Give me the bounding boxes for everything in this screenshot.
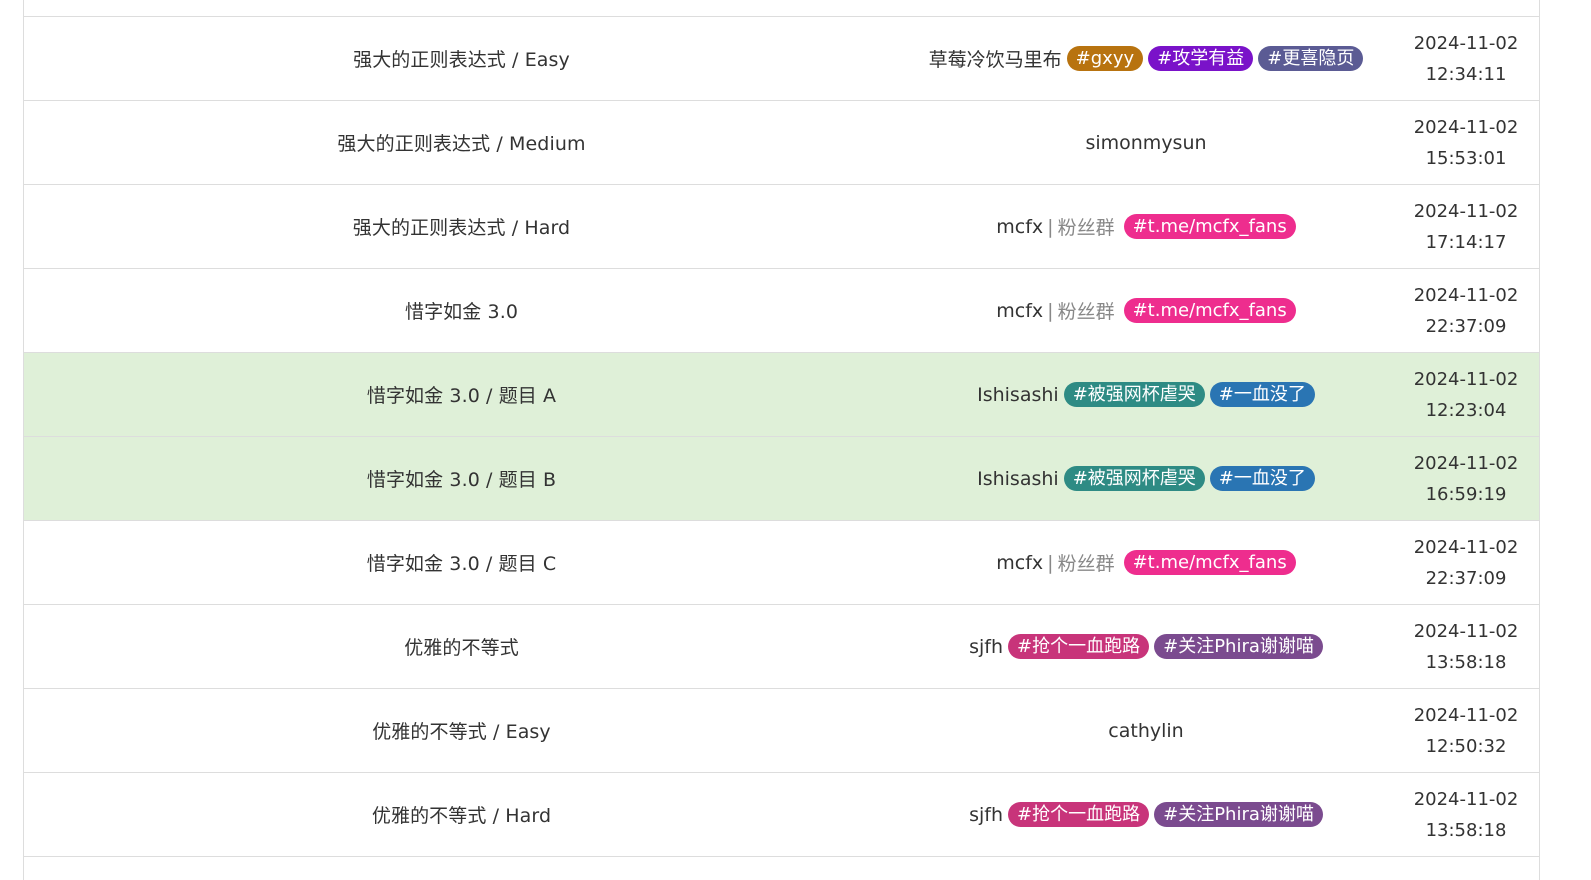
separator: | <box>1047 551 1054 574</box>
separator: | <box>1047 215 1054 238</box>
solve-time: 2024-11-02 16:59:19 <box>1393 448 1539 510</box>
solve-time: 2024-11-02 22:37:09 <box>1393 532 1539 594</box>
solver-tag-badge: #被强网杯虐哭 <box>1063 382 1205 407</box>
solver-cell: sjfh #抢个一血跑路 #关注Phira谢谢喵 <box>899 634 1393 659</box>
table-row: 惜字如金 3.0 / 题目 C mcfx | 粉丝群 #t.me/mcfx_fans 20… <box>24 521 1539 605</box>
solver-tag-badge: #抢个一血跑路 <box>1008 802 1150 827</box>
fan-group-label: 粉丝群 <box>1057 217 1115 239</box>
table-row: 惜字如金 3.0 / 题目 B Ishisashi #被强网杯虐哭 #一血没了 2024… <box>24 437 1539 521</box>
table-body: 强大的正则表达式 / Easy 草莓冷饮马里布 #gxyy #攻学有益 #更喜隐页 202… <box>24 17 1539 857</box>
solve-date: 2024-11-02 <box>1413 452 1519 474</box>
solver-tag-badge: #被强网杯虐哭 <box>1063 466 1205 491</box>
solve-date: 2024-11-02 <box>1413 704 1519 726</box>
table-row: 优雅的不等式 / Hard sjfh #抢个一血跑路 #关注Phira谢谢喵 2024-… <box>24 773 1539 857</box>
solver-tag-badge: #更喜隐页 <box>1258 46 1364 71</box>
table-row: 强大的正则表达式 / Hard mcfx | 粉丝群 #t.me/mcfx_fans 20… <box>24 185 1539 269</box>
challenge-title: 惜字如金 3.0 <box>404 301 519 323</box>
table-row: 惜字如金 3.0 / 题目 A Ishisashi #被强网杯虐哭 #一血没了 2024… <box>24 353 1539 437</box>
solver-cell: cathylin <box>899 720 1393 742</box>
solve-clock: 12:23:04 <box>1425 399 1507 421</box>
solver-tag-badge: #t.me/mcfx_fans <box>1123 298 1296 323</box>
solver-cell: 草莓冷饮马里布 #gxyy #攻学有益 #更喜隐页 <box>899 45 1393 72</box>
solve-clock: 17:14:17 <box>1425 231 1507 253</box>
solver-name: mcfx <box>996 215 1044 238</box>
solver-name: cathylin <box>1108 719 1184 742</box>
challenge-title: 优雅的不等式 / Easy <box>372 721 551 743</box>
solver-cell: simonmysun <box>899 132 1393 154</box>
first-blood-table: 强大的正则表达式 / Easy 草莓冷饮马里布 #gxyy #攻学有益 #更喜隐页 202… <box>23 0 1540 880</box>
separator: | <box>1047 299 1054 322</box>
solver-cell: mcfx | 粉丝群 #t.me/mcfx_fans <box>899 549 1393 576</box>
solver-name: mcfx <box>996 299 1044 322</box>
solve-clock: 12:50:32 <box>1425 735 1507 757</box>
solve-clock: 13:58:18 <box>1425 651 1507 673</box>
table-row: 惜字如金 3.0 mcfx | 粉丝群 #t.me/mcfx_fans 2024-11-0… <box>24 269 1539 353</box>
solve-time: 2024-11-02 12:34:11 <box>1393 28 1539 90</box>
solve-clock: 22:37:09 <box>1425 567 1507 589</box>
solver-tag-badge: #一血没了 <box>1209 466 1315 491</box>
solve-date: 2024-11-02 <box>1413 32 1519 54</box>
solver-name: sjfh <box>969 635 1004 658</box>
solve-time: 2024-11-02 12:50:32 <box>1393 700 1539 762</box>
fan-group-label: 粉丝群 <box>1057 553 1115 575</box>
challenge-title: 优雅的不等式 / Hard <box>371 805 552 827</box>
solve-date: 2024-11-02 <box>1413 116 1519 138</box>
solver-tag-badge: #关注Phira谢谢喵 <box>1154 634 1323 659</box>
solver-cell: Ishisashi #被强网杯虐哭 #一血没了 <box>899 466 1393 491</box>
solver-tag-badge: #攻学有益 <box>1148 46 1254 71</box>
solve-time: 2024-11-02 13:58:18 <box>1393 616 1539 678</box>
solver-cell: Ishisashi #被强网杯虐哭 #一血没了 <box>899 382 1393 407</box>
solve-clock: 22:37:09 <box>1425 315 1507 337</box>
solver-cell: sjfh #抢个一血跑路 #关注Phira谢谢喵 <box>899 802 1393 827</box>
solve-time: 2024-11-02 17:14:17 <box>1393 196 1539 258</box>
solve-time: 2024-11-02 12:23:04 <box>1393 364 1539 426</box>
solver-tag-badge: #t.me/mcfx_fans <box>1123 214 1296 239</box>
challenge-title: 强大的正则表达式 / Hard <box>352 217 571 239</box>
solve-clock: 15:53:01 <box>1425 147 1507 169</box>
solve-date: 2024-11-02 <box>1413 536 1519 558</box>
solver-name: simonmysun <box>1085 131 1207 154</box>
solve-time: 2024-11-02 13:58:18 <box>1393 784 1539 846</box>
solver-tag-badge: #一血没了 <box>1209 382 1315 407</box>
solver-cell: mcfx | 粉丝群 #t.me/mcfx_fans <box>899 213 1393 240</box>
solver-name: Ishisashi <box>977 467 1059 490</box>
solve-date: 2024-11-02 <box>1413 620 1519 642</box>
fan-group-label: 粉丝群 <box>1057 301 1115 323</box>
solver-name: sjfh <box>969 803 1004 826</box>
solver-name: 草莓冷饮马里布 <box>928 49 1062 71</box>
solve-date: 2024-11-02 <box>1413 788 1519 810</box>
solve-date: 2024-11-02 <box>1413 284 1519 306</box>
table-row: 优雅的不等式 / Easy cathylin 2024-11-02 12:50:32 <box>24 689 1539 773</box>
table-row: 优雅的不等式 sjfh #抢个一血跑路 #关注Phira谢谢喵 2024-11-02 13… <box>24 605 1539 689</box>
challenge-title: 惜字如金 3.0 / 题目 C <box>366 553 557 575</box>
challenge-title: 优雅的不等式 <box>404 637 519 659</box>
table-row: 强大的正则表达式 / Easy 草莓冷饮马里布 #gxyy #攻学有益 #更喜隐页 202… <box>24 17 1539 101</box>
solve-clock: 13:58:18 <box>1425 819 1507 841</box>
solve-clock: 16:59:19 <box>1425 483 1507 505</box>
solver-tag-badge: #关注Phira谢谢喵 <box>1154 802 1323 827</box>
table-row-partial <box>24 0 1539 17</box>
solve-date: 2024-11-02 <box>1413 200 1519 222</box>
challenge-title: 强大的正则表达式 / Easy <box>353 49 570 71</box>
solver-tag-badge: #t.me/mcfx_fans <box>1123 550 1296 575</box>
solve-date: 2024-11-02 <box>1413 368 1519 390</box>
solve-time: 2024-11-02 15:53:01 <box>1393 112 1539 174</box>
solver-tag-badge: #抢个一血跑路 <box>1008 634 1150 659</box>
solver-name: Ishisashi <box>977 383 1059 406</box>
challenge-title: 强大的正则表达式 / Medium <box>337 133 586 155</box>
solve-clock: 12:34:11 <box>1425 63 1507 85</box>
solve-time: 2024-11-02 22:37:09 <box>1393 280 1539 342</box>
solver-name: mcfx <box>996 551 1044 574</box>
solver-tag-badge: #gxyy <box>1066 46 1144 71</box>
challenge-title: 惜字如金 3.0 / 题目 A <box>366 385 557 407</box>
challenge-title: 惜字如金 3.0 / 题目 B <box>366 469 557 491</box>
solver-cell: mcfx | 粉丝群 #t.me/mcfx_fans <box>899 297 1393 324</box>
table-row: 强大的正则表达式 / Medium simonmysun 2024-11-02 15:… <box>24 101 1539 185</box>
